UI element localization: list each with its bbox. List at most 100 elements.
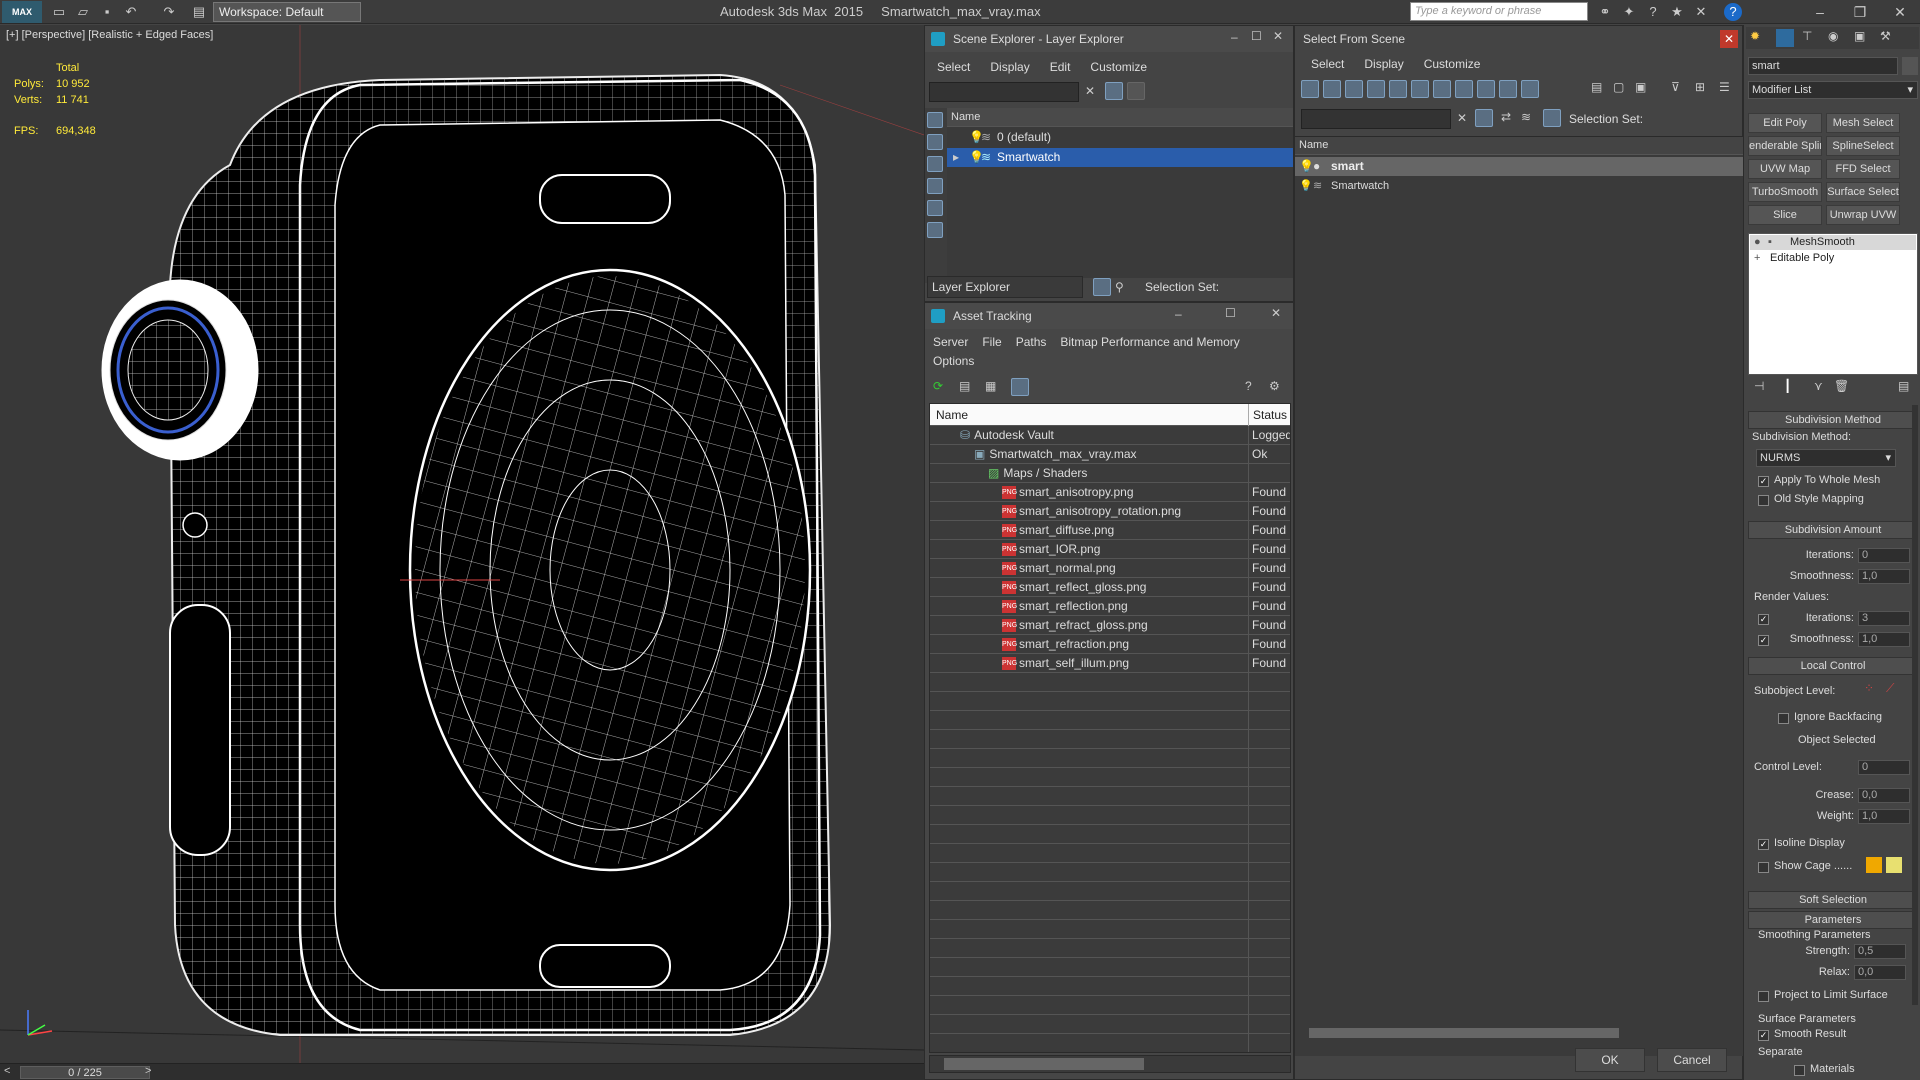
parameters-rollout[interactable]: Parameters xyxy=(1748,911,1918,929)
project-limit-checkbox[interactable] xyxy=(1758,991,1769,1002)
help-icon[interactable]: ? xyxy=(1644,3,1662,21)
modifier-button[interactable]: TurboSmooth xyxy=(1748,182,1822,202)
subdivision-amount-rollout[interactable]: Subdivision Amount xyxy=(1748,521,1918,539)
cage-selection-color-swatch[interactable] xyxy=(1886,857,1902,873)
object-color-swatch[interactable] xyxy=(1902,57,1918,75)
asset-tracking-title[interactable]: Asset Tracking xyxy=(925,303,1293,329)
modify-tab-icon[interactable] xyxy=(1776,29,1794,47)
scrollbar-thumb[interactable] xyxy=(944,1058,1144,1070)
render-smoothness-checkbox[interactable]: ✓ xyxy=(1758,635,1769,646)
hierarchy-mode-icon[interactable] xyxy=(1543,109,1561,127)
display-helpers-icon[interactable] xyxy=(927,222,943,238)
project-icon[interactable]: ▤ xyxy=(190,3,208,21)
stack-item-editable-poly[interactable]: + Editable Poly xyxy=(1750,251,1916,266)
modifier-button[interactable]: Mesh Select xyxy=(1826,113,1900,133)
modifier-button[interactable]: enderable Splir xyxy=(1748,136,1822,156)
restore-button[interactable]: ❐ xyxy=(1840,0,1880,24)
refresh-icon[interactable]: ⟳ xyxy=(933,379,943,393)
table-view-icon[interactable] xyxy=(1011,378,1029,396)
horizontal-scrollbar[interactable] xyxy=(929,1055,1291,1073)
asset-row[interactable]: PNG smart_refract_gloss.png Found xyxy=(930,616,1290,635)
display-shapes-icon[interactable] xyxy=(927,156,943,172)
sync-icon[interactable] xyxy=(1127,82,1145,100)
modifier-button[interactable]: SplineSelect xyxy=(1826,136,1900,156)
filter-containers-icon[interactable] xyxy=(1499,80,1517,98)
subdivision-method-dropdown[interactable]: NURMS ▾ xyxy=(1756,449,1896,467)
info-icon[interactable]: ? xyxy=(1724,3,1742,21)
options-icon[interactable]: ☰ xyxy=(1719,80,1730,94)
horizontal-scrollbar[interactable] xyxy=(1295,1026,1744,1040)
search-input[interactable]: Type a keyword or phrase xyxy=(1410,2,1588,21)
maximize-icon[interactable]: ☐ xyxy=(1225,306,1236,320)
light-bulb-icon[interactable]: 💡 xyxy=(1299,157,1314,175)
layer-explorer-icon[interactable] xyxy=(1093,278,1111,296)
display-geometry-icon[interactable] xyxy=(927,134,943,150)
undo-icon[interactable]: ↶ xyxy=(122,3,140,21)
object-row-smartwatch[interactable]: 💡 ≋ Smartwatch xyxy=(1295,177,1744,196)
configure-sets-icon[interactable]: ▤ xyxy=(1898,379,1909,393)
timeline-next-icon[interactable]: > xyxy=(145,1065,151,1077)
select-all-icon[interactable]: ▤ xyxy=(1591,80,1602,94)
asset-row[interactable]: PNG smart_refraction.png Found xyxy=(930,635,1290,654)
render-iterations-checkbox[interactable]: ✓ xyxy=(1758,614,1769,625)
make-unique-icon[interactable]: ⋎ xyxy=(1814,379,1823,393)
isoline-display-checkbox[interactable]: ✓ xyxy=(1758,839,1769,850)
asset-row[interactable]: PNG smart_diffuse.png Found xyxy=(930,521,1290,540)
redo-icon[interactable]: ↷ xyxy=(160,3,178,21)
workspace-dropdown[interactable]: Workspace: Default xyxy=(213,2,361,22)
asset-row[interactable]: ⛁ Autodesk Vault Logged xyxy=(930,426,1290,445)
stack-item-meshsmooth[interactable]: ● ▪ MeshSmooth xyxy=(1750,235,1916,250)
asset-row[interactable]: PNG smart_IOR.png Found xyxy=(930,540,1290,559)
col-header-name[interactable]: Name xyxy=(936,404,968,426)
menu-paths[interactable]: Paths xyxy=(1016,335,1047,349)
hierarchy-icon[interactable]: ⚲ xyxy=(1115,280,1124,294)
crease-spinner[interactable]: 0,0 xyxy=(1858,788,1910,803)
iterations-spinner[interactable]: 0 xyxy=(1858,548,1910,563)
layer-row-default[interactable]: 💡 ≋ 0 (default) xyxy=(947,128,1293,147)
clear-icon[interactable]: ✕ xyxy=(1457,111,1467,125)
explorer-mode-dropdown[interactable]: Layer Explorer xyxy=(927,276,1083,298)
object-name-input[interactable]: smart xyxy=(1748,57,1898,75)
filter-bones-icon[interactable] xyxy=(1477,80,1495,98)
app-logo[interactable]: MAX xyxy=(2,1,42,23)
layer-icon[interactable]: ≋ xyxy=(1521,110,1531,124)
menu-select[interactable]: Select xyxy=(937,60,970,74)
menu-select[interactable]: Select xyxy=(1311,57,1344,71)
smooth-result-checkbox[interactable]: ✓ xyxy=(1758,1030,1769,1041)
time-slider-thumb[interactable]: 0 / 225 xyxy=(20,1066,150,1079)
close-window-button[interactable]: ✕ xyxy=(1880,0,1920,24)
expand-icon[interactable]: + xyxy=(1754,251,1760,266)
create-tab-icon[interactable]: ✹ xyxy=(1750,29,1760,43)
expand-icon[interactable]: ▪ xyxy=(1768,235,1772,250)
show-end-result-icon[interactable]: ┃ xyxy=(1784,379,1791,393)
settings-icon[interactable]: ⚙ xyxy=(1269,379,1280,393)
modifier-button[interactable]: Unwrap UVW xyxy=(1826,205,1900,225)
viewport-label[interactable]: [+] [Perspective] [Realistic + Edged Fac… xyxy=(6,29,213,41)
asset-row[interactable]: PNG smart_anisotropy_rotation.png Found xyxy=(930,502,1290,521)
remove-modifier-icon[interactable]: 🗑 xyxy=(1834,379,1849,393)
asset-row[interactable]: PNG smart_normal.png Found xyxy=(930,559,1290,578)
filter-groups-icon[interactable] xyxy=(1433,80,1451,98)
filter-shapes-icon[interactable] xyxy=(1323,80,1341,98)
menu-display[interactable]: Display xyxy=(1364,57,1403,71)
display-lights-icon[interactable] xyxy=(927,178,943,194)
favorites-icon[interactable]: ★ xyxy=(1668,3,1686,21)
modifier-button[interactable]: Surface Select xyxy=(1826,182,1900,202)
scene-filter-input[interactable] xyxy=(929,82,1079,102)
subdivision-method-rollout[interactable]: Subdivision Method xyxy=(1748,411,1918,429)
perspective-viewport[interactable]: [+] [Perspective] [Realistic + Edged Fac… xyxy=(0,25,924,1063)
light-bulb-icon[interactable]: 💡 xyxy=(1299,177,1313,195)
column-header-name[interactable]: Name xyxy=(947,108,1293,127)
asset-row[interactable]: PNG smart_reflect_gloss.png Found xyxy=(930,578,1290,597)
menu-bitmap-performance[interactable]: Bitmap Performance and Memory xyxy=(1060,335,1239,349)
menu-options[interactable]: Options xyxy=(933,354,974,368)
maximize-icon[interactable]: ☐ xyxy=(1251,29,1262,43)
expand-icon[interactable]: ▸ xyxy=(953,148,959,166)
close-icon[interactable]: ✕ xyxy=(1720,30,1738,48)
pin-stack-icon[interactable]: ⊣ xyxy=(1754,379,1764,393)
minimize-button[interactable]: – xyxy=(1800,0,1840,24)
help-icon[interactable]: ? xyxy=(1245,379,1252,393)
motion-tab-icon[interactable]: ◉ xyxy=(1828,29,1838,43)
local-control-rollout[interactable]: Local Control xyxy=(1748,657,1918,675)
apply-whole-mesh-checkbox[interactable]: ✓ xyxy=(1758,476,1769,487)
